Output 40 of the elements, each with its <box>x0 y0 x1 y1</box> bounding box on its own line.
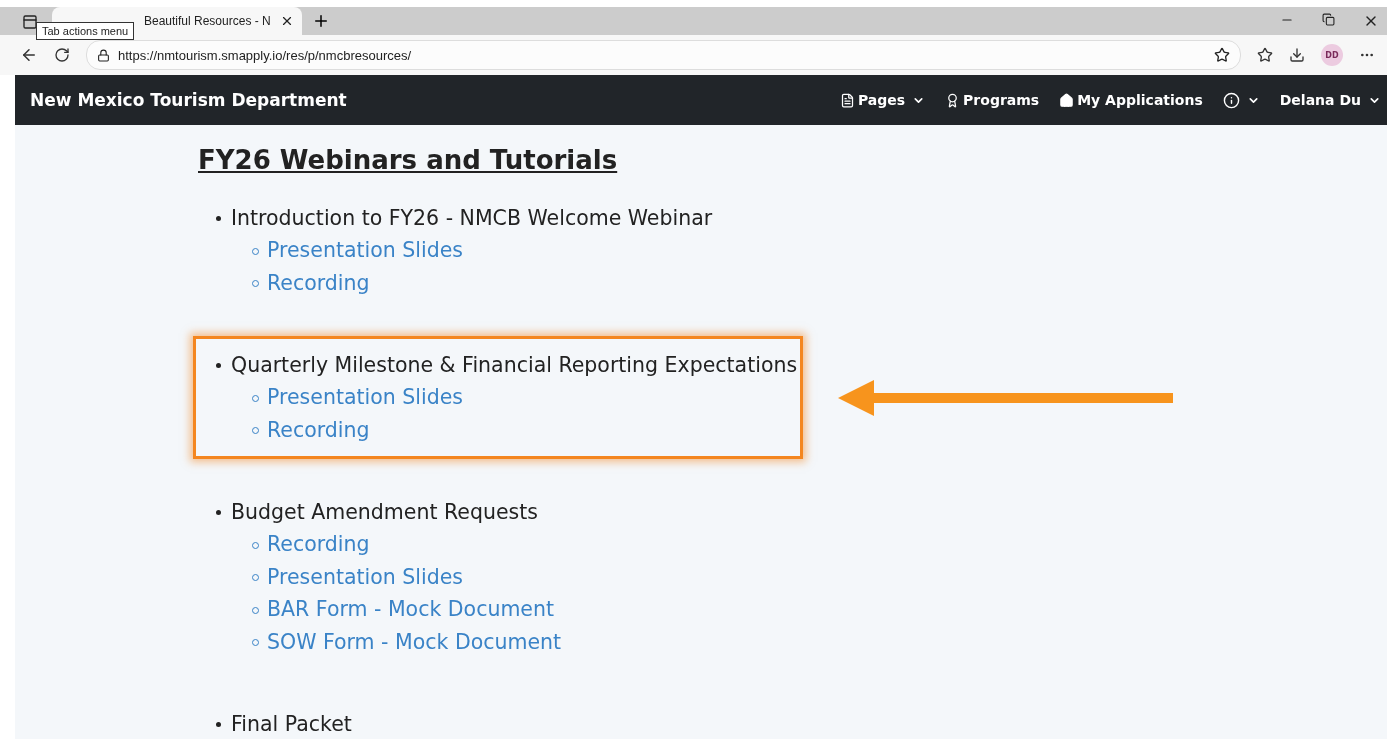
restore-icon[interactable] <box>1322 13 1335 26</box>
bullet-icon <box>216 509 221 515</box>
reload-icon[interactable] <box>54 47 70 63</box>
favorites-icon[interactable] <box>1257 47 1273 63</box>
lock-icon <box>97 48 110 62</box>
section-title: Budget Amendment Requests <box>231 499 538 526</box>
info-icon <box>1222 91 1240 109</box>
section-title: Quarterly Milestone & Financial Reporting Expectations <box>231 352 798 379</box>
tab-title[interactable]: Beautiful Resources - N <box>144 14 274 28</box>
resource-link[interactable]: Presentation Slides <box>252 381 800 414</box>
resource-link[interactable]: Recording <box>252 528 800 561</box>
resource-link[interactable]: Presentation Slides <box>252 234 800 267</box>
nav-item[interactable] <box>1222 91 1260 109</box>
home-icon <box>1059 92 1075 108</box>
nav-item[interactable]: Pages <box>839 92 926 108</box>
new-tab-icon[interactable] <box>312 12 330 30</box>
bullet-icon <box>216 362 221 368</box>
download-icon[interactable] <box>1289 47 1305 63</box>
nav-item[interactable]: My Applications <box>1059 92 1203 108</box>
bullet-icon <box>216 721 221 727</box>
page-icon <box>839 92 855 108</box>
resource-link[interactable]: BAR Form - Mock Document <box>252 593 800 626</box>
bullet-icon <box>216 215 221 221</box>
section-title: Final Packet <box>231 711 352 738</box>
star-icon[interactable] <box>1214 47 1230 63</box>
tooltip: Tab actions menu <box>36 22 135 40</box>
section-title: Introduction to FY26 - NMCB Welcome Webinar <box>231 205 713 232</box>
back-icon[interactable] <box>20 46 38 64</box>
resource-link[interactable]: Recording <box>252 413 800 446</box>
nav-item[interactable]: Programs <box>945 92 1040 108</box>
page-heading: FY26 Webinars and Tutorials <box>198 145 619 175</box>
arrow-icon <box>838 378 1174 418</box>
resource-link[interactable]: SOW Form - Mock Document <box>252 625 800 658</box>
resource-link[interactable]: Presentation Slides <box>252 560 800 593</box>
address-bar[interactable]: https://nmtourism.smapply.io/res/p/nmcbresources/ <box>86 40 1241 70</box>
profile-avatar[interactable]: DD <box>1321 44 1343 66</box>
close-tab-icon[interactable] <box>280 14 294 28</box>
resource-link[interactable]: Recording <box>252 266 800 299</box>
site-title: New Mexico Tourism Department <box>30 90 347 110</box>
nav-item[interactable]: Delana Du <box>1279 92 1381 108</box>
